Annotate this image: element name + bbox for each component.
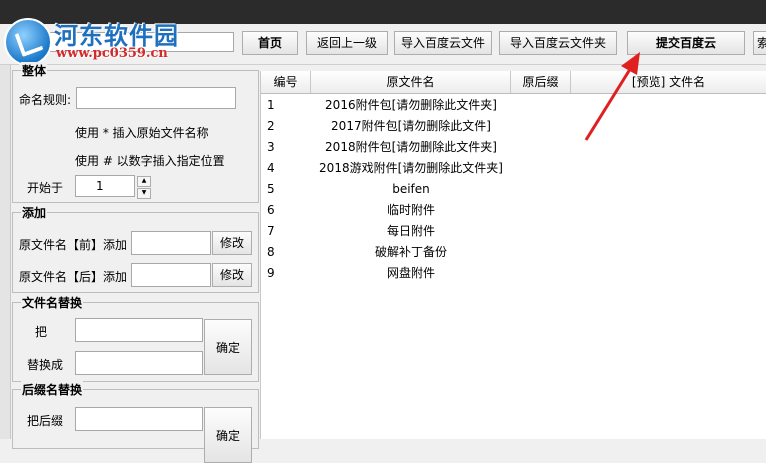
- start-at-spinner[interactable]: ▲ ▼: [137, 176, 151, 199]
- prefix-modify-button[interactable]: 修改: [212, 231, 252, 255]
- row-name: 网盘附件: [386, 266, 435, 280]
- naming-rule-input[interactable]: [76, 87, 236, 109]
- naming-rule-label: 命名规则:: [19, 93, 72, 107]
- rename-title: 文件名替换: [21, 294, 84, 311]
- row-name: 临时附件: [386, 203, 435, 217]
- row-no: 8: [267, 245, 275, 259]
- table-row[interactable]: 8 破解补丁备份: [261, 242, 766, 263]
- logo-icon: [4, 18, 52, 66]
- row-no: 4: [267, 161, 275, 175]
- start-at-input[interactable]: 1: [75, 175, 135, 197]
- import-folder-button[interactable]: 导入百度云文件夹: [499, 31, 617, 55]
- table-row[interactable]: 7 每日附件: [261, 221, 766, 242]
- prefix-input[interactable]: [131, 231, 211, 255]
- spin-down-icon[interactable]: ▼: [137, 188, 151, 199]
- table-row[interactable]: 5 beifen: [261, 179, 766, 200]
- header-original-ext[interactable]: 原后缀: [511, 71, 571, 93]
- ext-find-input[interactable]: [75, 407, 203, 431]
- row-no: 5: [267, 182, 275, 196]
- find-label: 把: [35, 325, 48, 339]
- table-row[interactable]: 4 2018游戏附件[请勿删除此文件夹]: [261, 158, 766, 179]
- row-name: beifen: [392, 182, 430, 196]
- hint-hash: 使用 # 以数字插入指定位置: [75, 154, 225, 168]
- watermark-logo: 河东软件园 www.pc0359.cn: [0, 10, 260, 66]
- start-at-label: 开始于: [27, 181, 64, 195]
- row-name: 2017附件包[请勿删除此文件]: [331, 119, 491, 133]
- ext-confirm-button[interactable]: 确定: [204, 407, 252, 463]
- table-row[interactable]: 3 2018附件包[请勿删除此文件夹]: [261, 137, 766, 158]
- header-preview-name[interactable]: [预览] 文件名: [571, 71, 766, 93]
- overall-group: 整体 命名规则: 使用 * 插入原始文件名称 使用 # 以数字插入指定位置 开始…: [12, 62, 259, 203]
- find-input[interactable]: [75, 318, 203, 342]
- suffix-label: 原文件名【后】添加: [19, 270, 128, 284]
- back-button[interactable]: 返回上一级: [306, 31, 388, 55]
- row-name: 2018游戏附件[请勿删除此文件夹]: [319, 161, 503, 175]
- row-name: 每日附件: [386, 224, 435, 238]
- overall-title: 整体: [21, 62, 48, 79]
- rename-confirm-button[interactable]: 确定: [204, 319, 252, 375]
- row-no: 3: [267, 140, 275, 154]
- import-file-button[interactable]: 导入百度云文件: [394, 31, 492, 55]
- row-name: 2016附件包[请勿删除此文件夹]: [325, 98, 497, 112]
- table-row[interactable]: 6 临时附件: [261, 200, 766, 221]
- table-row[interactable]: 2 2017附件包[请勿删除此文件]: [261, 116, 766, 137]
- table-row[interactable]: 9 网盘附件: [261, 263, 766, 284]
- spin-up-icon[interactable]: ▲: [137, 176, 151, 187]
- row-no: 7: [267, 224, 275, 238]
- row-name: 2018附件包[请勿删除此文件夹]: [325, 140, 497, 154]
- header-no[interactable]: 编号: [261, 71, 311, 93]
- add-title: 添加: [21, 204, 48, 221]
- hint-star: 使用 * 插入原始文件名称: [75, 126, 209, 140]
- add-group: 添加 原文件名【前】添加 修改 原文件名【后】添加 修改: [12, 204, 259, 293]
- row-no: 9: [267, 266, 275, 280]
- table-row[interactable]: 1 2016附件包[请勿删除此文件夹]: [261, 95, 766, 116]
- prefix-label: 原文件名【前】添加: [19, 238, 128, 252]
- extra-button[interactable]: 索: [753, 31, 766, 55]
- ext-find-label: 把后缀: [27, 414, 64, 428]
- table-header: 编号 原文件名 原后缀 [预览] 文件名: [261, 71, 766, 94]
- row-no: 6: [267, 203, 275, 217]
- rename-group: 文件名替换 把 替换成 确定: [12, 294, 259, 382]
- row-name: 破解补丁备份: [374, 245, 447, 259]
- ext-group: 后缀名替换 把后缀 确定: [12, 381, 259, 463]
- row-no: 2: [267, 119, 275, 133]
- left-strip: [0, 65, 11, 439]
- watermark-url: www.pc0359.cn: [56, 46, 168, 61]
- submit-baidu-button[interactable]: 提交百度云: [627, 31, 745, 55]
- ext-title: 后缀名替换: [21, 381, 84, 398]
- row-no: 1: [267, 98, 275, 112]
- header-original-name[interactable]: 原文件名: [311, 71, 511, 93]
- suffix-input[interactable]: [131, 263, 211, 287]
- replace-input[interactable]: [75, 351, 203, 375]
- replace-label: 替换成: [27, 358, 64, 372]
- suffix-modify-button[interactable]: 修改: [212, 263, 252, 287]
- file-table[interactable]: 编号 原文件名 原后缀 [预览] 文件名 1 2016附件包[请勿删除此文件夹] …: [260, 71, 766, 439]
